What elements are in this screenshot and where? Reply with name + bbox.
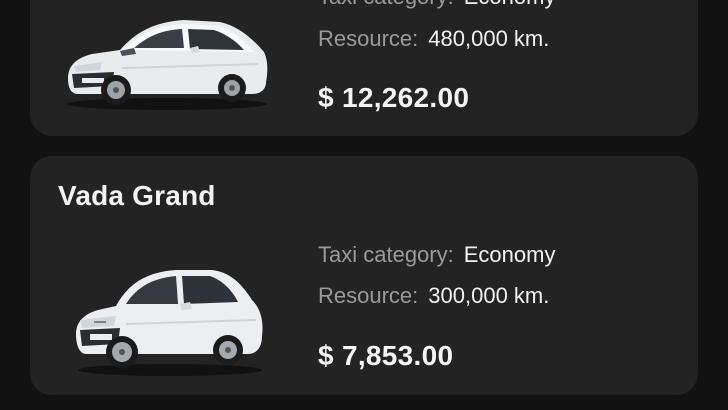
taxi-category-row: Taxi category: Economy xyxy=(318,0,555,10)
car-image xyxy=(62,8,272,112)
taxi-category-label: Taxi category: xyxy=(318,242,454,267)
resource-row: Resource: 300,000 km. xyxy=(318,283,549,309)
car-card[interactable]: Taxi category: Economy Resource: 480,000 k… xyxy=(30,0,698,136)
taxi-category-label: Taxi category: xyxy=(318,0,454,9)
resource-value: 480,000 km. xyxy=(428,26,550,51)
resource-label: Resource: xyxy=(318,26,419,51)
resource-value: 300,000 km. xyxy=(428,283,550,308)
car-image xyxy=(72,260,268,378)
resource-row: Resource: 480,000 km. xyxy=(318,26,549,52)
taxi-category-row: Taxi category: Economy xyxy=(318,242,555,268)
resource-label: Resource: xyxy=(318,283,419,308)
taxi-category-value: Economy xyxy=(463,242,556,267)
car-title: Vada Grand xyxy=(58,180,216,211)
price: $ 7,853.00 xyxy=(318,340,454,371)
taxi-category-value: Economy xyxy=(464,0,556,9)
car-card[interactable]: Vada Grand Taxi category: Economy Resour… xyxy=(30,156,698,395)
price: $ 12,262.00 xyxy=(318,82,470,113)
